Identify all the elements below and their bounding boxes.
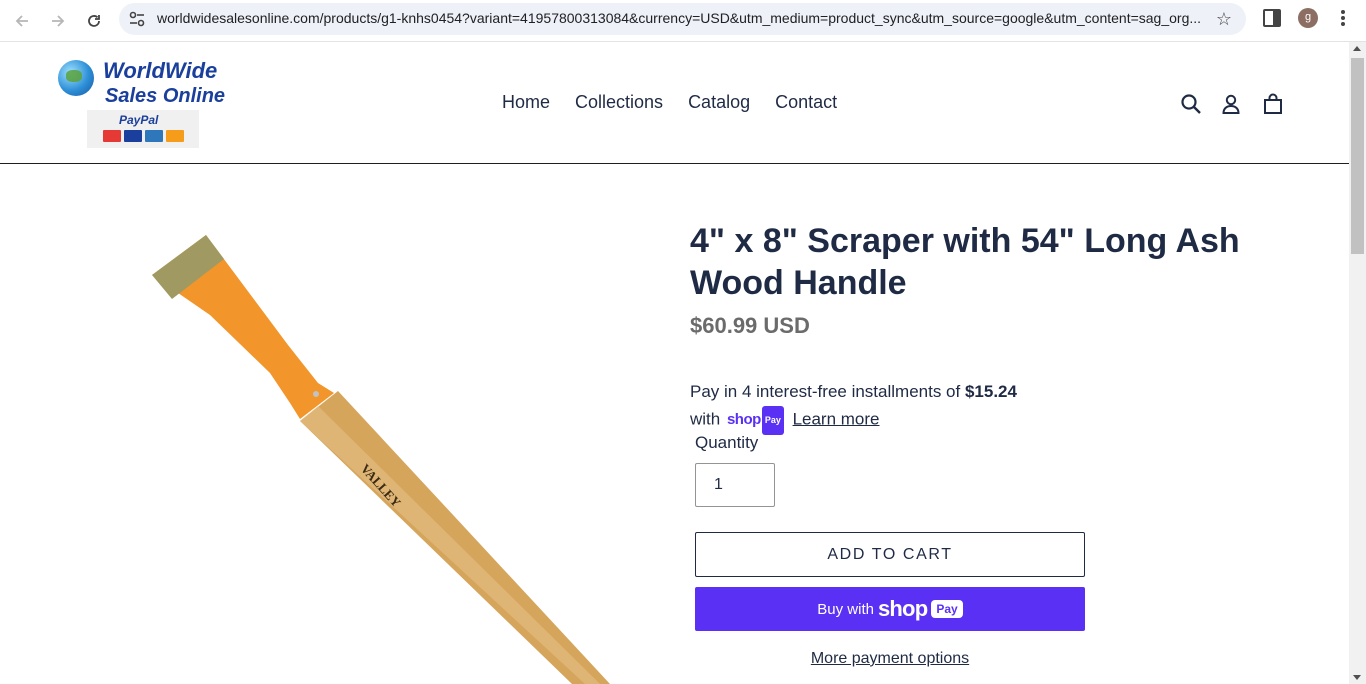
shop-pay-logo: shop Pay [727,405,784,435]
site-logo[interactable]: WorldWide Sales Online PayPal [56,56,231,150]
rivet [313,391,319,397]
site-header: WorldWide Sales Online PayPal Home Colle… [0,42,1349,164]
url-text[interactable]: worldwidesalesonline.com/products/g1-knh… [157,10,1207,26]
logo-line1: WorldWide [103,58,218,83]
learn-more-link[interactable]: Learn more [793,409,880,428]
product-title: 4" x 8" Scraper with 54" Long Ash Wood H… [690,222,1240,302]
installments-with: with [690,409,721,429]
star-icon[interactable]: ☆ [1216,9,1232,30]
paypal-text: PayPal [119,113,159,127]
visa-icon [124,130,142,142]
site-settings-icon[interactable] [128,10,146,28]
installments-text: Pay in 4 interest-free installments of [690,382,961,401]
pay-badge: Pay [761,406,784,435]
search-icon[interactable] [1179,92,1203,116]
installment-amount: $15.24 [964,382,1017,401]
add-to-cart-button[interactable]: ADD TO CART [695,532,1085,577]
shop-word: shop [877,596,928,621]
scroll-up-arrow-icon[interactable] [1353,46,1361,51]
more-payment-options-link[interactable]: More payment options [695,650,1085,668]
scroll-down-arrow-icon[interactable] [1353,675,1361,680]
buy-with-shop-pay-button[interactable]: Buy with shop Pay [695,587,1085,631]
shop-word: shop [726,411,761,428]
nav-collections[interactable]: Collections [575,92,663,113]
pay-badge: Pay [931,600,963,618]
nav-contact[interactable]: Contact [775,92,837,113]
product-price: $60.99 USD [690,313,810,338]
discover-icon [166,130,184,142]
profile-avatar[interactable]: g [1298,8,1318,28]
quantity-label: Quantity [695,433,759,452]
address-bar[interactable]: worldwidesalesonline.com/products/g1-knh… [119,3,1246,35]
paypal-cards-badge: PayPal [87,110,199,148]
nav-home[interactable]: Home [502,92,550,113]
back-arrow-icon[interactable] [8,7,36,35]
page-scrollbar[interactable] [1349,42,1366,684]
shop-pay-installments: Pay in 4 interest-free installments of $… [690,378,1110,435]
handle-highlight [300,406,600,684]
reload-icon[interactable] [80,7,108,35]
amex-icon [145,130,163,142]
buy-with-label: Buy with [817,600,874,618]
main-nav: Home Collections Catalog Contact [502,92,837,113]
kebab-menu-icon[interactable] [1336,8,1350,28]
browser-toolbar: worldwidesalesonline.com/products/g1-knh… [0,0,1366,42]
cart-icon[interactable] [1261,92,1285,116]
globe-icon [58,60,94,96]
account-icon[interactable] [1219,92,1243,116]
forward-arrow-icon[interactable] [44,7,72,35]
product-image[interactable]: VALLEY [140,225,620,684]
quantity-input[interactable] [695,463,775,507]
nav-catalog[interactable]: Catalog [688,92,750,113]
mastercard-icon [103,130,121,142]
scroll-thumb[interactable] [1351,58,1364,254]
side-panel-icon[interactable] [1263,9,1281,27]
logo-line2: Sales Online [105,85,226,107]
